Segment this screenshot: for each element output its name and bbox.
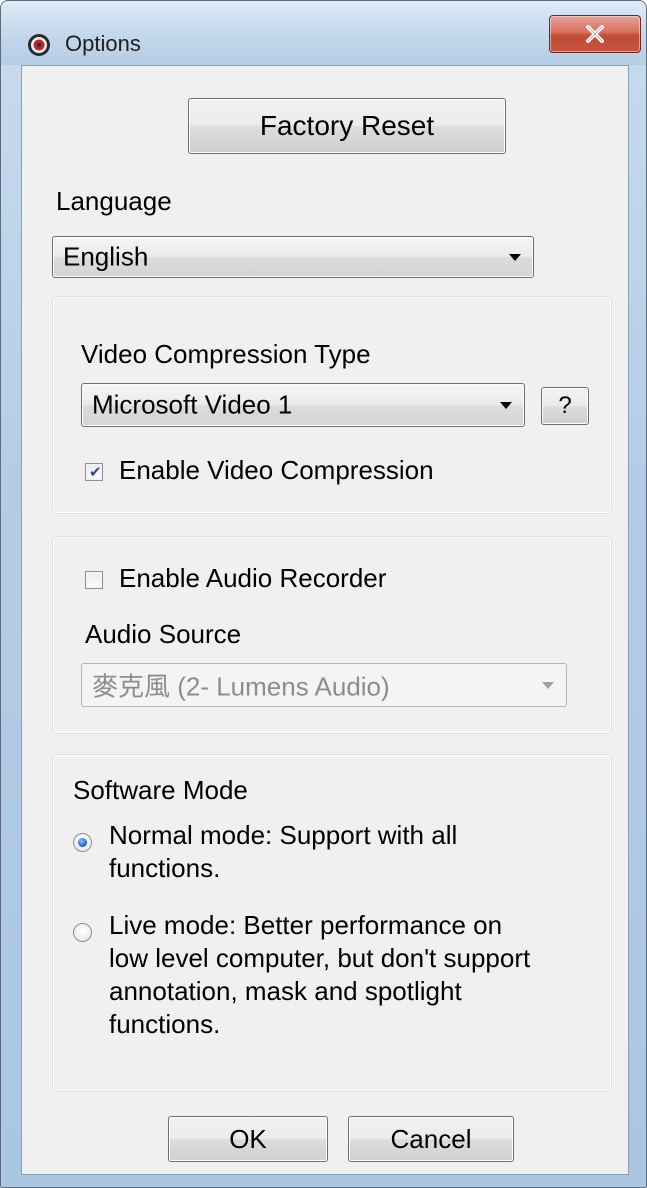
language-selected: English	[63, 241, 149, 272]
options-dialog: Options Factory Reset Language English V…	[0, 0, 647, 1188]
ok-button[interactable]: OK	[168, 1116, 328, 1162]
normal-mode-label[interactable]: Normal mode: Support with all functions.	[109, 819, 457, 885]
language-label: Language	[56, 186, 172, 216]
normal-mode-radio[interactable]	[73, 833, 92, 852]
live-mode-radio[interactable]	[73, 923, 92, 942]
video-compression-help-button[interactable]: ?	[541, 387, 589, 425]
live-mode-line-2: low level computer, but don't support	[109, 943, 531, 973]
audio-source-label: Audio Source	[85, 619, 242, 649]
close-button[interactable]	[549, 15, 641, 53]
live-mode-line-1: Live mode: Better performance on	[109, 910, 503, 940]
normal-mode-line-2: functions.	[109, 853, 221, 883]
factory-reset-button[interactable]: Factory Reset	[188, 98, 506, 154]
chevron-down-icon	[509, 254, 521, 261]
audio-source-dropdown[interactable]: 麥克風 (2- Lumens Audio)	[81, 663, 567, 707]
audio-group: Enable Audio Recorder Audio Source 麥克風 (…	[52, 536, 612, 734]
live-mode-label[interactable]: Live mode: Better performance on low lev…	[109, 909, 530, 1041]
live-mode-line-3: annotation, mask and spotlight	[109, 976, 462, 1006]
video-compression-type-label: Video Compression Type	[81, 339, 371, 369]
cancel-button[interactable]: Cancel	[348, 1116, 514, 1162]
enable-video-compression-label[interactable]: Enable Video Compression	[119, 455, 434, 486]
normal-mode-line-1: Normal mode: Support with all	[109, 820, 458, 850]
video-compression-selected: Microsoft Video 1	[92, 389, 293, 420]
title-bar[interactable]: Options	[1, 1, 646, 65]
video-compression-dropdown[interactable]: Microsoft Video 1	[81, 383, 525, 427]
chevron-down-icon	[542, 682, 554, 689]
check-icon: ✔	[89, 463, 102, 481]
enable-video-compression-checkbox[interactable]: ✔	[85, 463, 103, 481]
chevron-down-icon	[500, 402, 512, 409]
radio-dot-icon	[78, 838, 87, 847]
live-mode-line-4: functions.	[109, 1009, 221, 1039]
audio-source-selected: 麥克風 (2- Lumens Audio)	[92, 671, 390, 702]
dialog-body: Factory Reset Language English Video Com…	[21, 65, 629, 1175]
video-group: Video Compression Type Microsoft Video 1…	[52, 296, 612, 514]
close-icon	[586, 25, 604, 43]
app-icon	[28, 34, 50, 56]
software-mode-group: Software Mode Normal mode: Support with …	[52, 754, 612, 1092]
enable-audio-recorder-label[interactable]: Enable Audio Recorder	[119, 563, 386, 594]
window-title: Options	[65, 31, 141, 56]
language-dropdown[interactable]: English	[52, 236, 534, 278]
enable-audio-recorder-checkbox[interactable]	[85, 571, 103, 589]
software-mode-label: Software Mode	[73, 775, 248, 805]
